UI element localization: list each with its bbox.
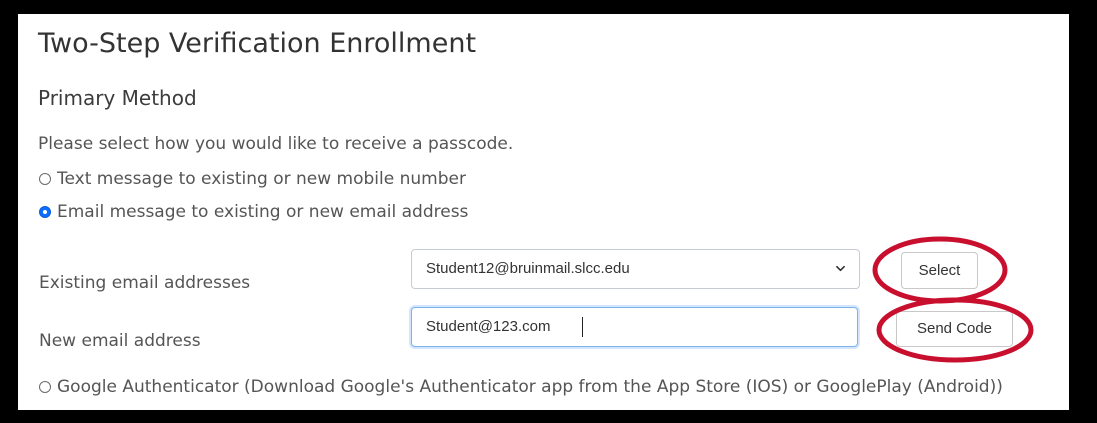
radio-text-message[interactable] [39, 173, 51, 185]
radio-email-message[interactable] [39, 206, 51, 218]
new-email-label: New email address [39, 331, 201, 351]
page-title: Two-Step Verification Enrollment [38, 28, 477, 59]
select-button[interactable]: Select [901, 252, 978, 289]
existing-email-select[interactable]: Student12@bruinmail.slcc.edu [411, 249, 860, 289]
radio-google-authenticator[interactable] [39, 381, 51, 393]
option-text-message[interactable]: Text message to existing or new mobile n… [39, 169, 466, 189]
option-text-message-label: Text message to existing or new mobile n… [57, 169, 466, 189]
text-caret [582, 317, 583, 337]
option-google-authenticator-label: Google Authenticator (Download Google's … [57, 377, 1003, 397]
existing-email-label: Existing email addresses [39, 273, 251, 293]
instruction-text: Please select how you would like to rece… [38, 134, 514, 154]
chevron-down-icon [836, 265, 845, 272]
send-code-button[interactable]: Send Code [896, 311, 1013, 347]
section-title: Primary Method [38, 86, 197, 110]
enrollment-panel: Two-Step Verification Enrollment Primary… [18, 14, 1069, 410]
new-email-input[interactable]: Student@123.com [411, 307, 858, 347]
option-email-message-label: Email message to existing or new email a… [57, 202, 469, 222]
option-email-message[interactable]: Email message to existing or new email a… [39, 202, 468, 222]
existing-email-value: Student12@bruinmail.slcc.edu [426, 260, 630, 277]
option-google-authenticator[interactable]: Google Authenticator (Download Google's … [39, 377, 1003, 397]
new-email-value: Student@123.com [426, 318, 551, 335]
